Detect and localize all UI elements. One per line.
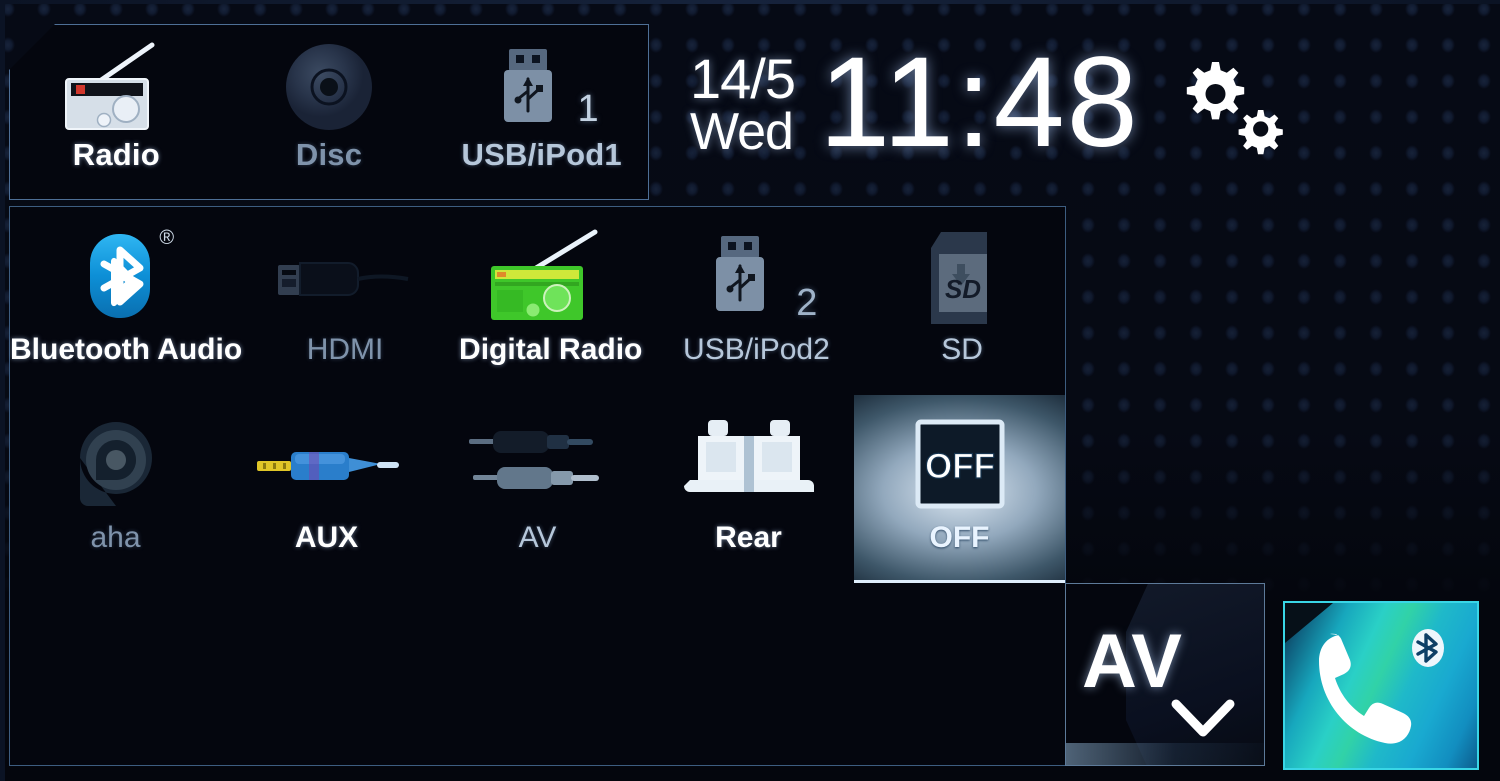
svg-text:SD: SD	[945, 274, 981, 304]
source-label: Disc	[295, 137, 363, 172]
source-button-hdmi[interactable]: HDMI	[242, 207, 448, 395]
source-button-aux[interactable]: AUX	[221, 395, 432, 583]
source-button-aha[interactable]: aha	[10, 395, 221, 583]
source-row-2: aha AUX AV Rear OFF OFF	[10, 395, 1065, 583]
av-button-label: AV	[1082, 619, 1182, 704]
radio-icon	[56, 39, 176, 135]
bluetooth-badge-icon	[1405, 625, 1451, 676]
source-button-av[interactable]: AV	[432, 395, 643, 583]
phone-button[interactable]	[1283, 601, 1479, 770]
digital-radio-icon	[483, 223, 619, 333]
usb-port-badge: 1	[577, 88, 599, 130]
source-button-bluetooth-audio[interactable]: ® Bluetooth Audio	[10, 207, 242, 395]
date-block: 14/5 Wed	[690, 47, 796, 161]
svg-text:OFF: OFF	[925, 447, 995, 486]
usb-icon: 1	[487, 39, 599, 135]
source-button-sd[interactable]: SD SD	[859, 207, 1065, 395]
chevron-down-icon	[1170, 698, 1236, 747]
source-label: AUX	[294, 521, 359, 554]
off-tile-icon: OFF	[910, 411, 1010, 521]
source-button-disc[interactable]: Disc	[223, 25, 436, 199]
source-label: USB/iPod2	[683, 333, 830, 366]
source-label: USB/iPod1	[461, 137, 622, 172]
source-button-usb-ipod1[interactable]: 1 USB/iPod1	[435, 25, 648, 199]
source-label: OFF	[929, 521, 990, 554]
av-source-button[interactable]: AV	[1065, 583, 1265, 766]
top-source-bar: Radio Disc 1 USB/iPod1	[9, 24, 649, 200]
source-label: Radio	[72, 137, 160, 172]
source-label: Rear	[715, 521, 782, 554]
source-label: aha	[90, 521, 141, 554]
clock-area: 14/5 Wed 11:48	[690, 28, 1490, 178]
source-label: Bluetooth Audio	[10, 333, 243, 366]
gears-icon[interactable]	[1166, 48, 1286, 158]
time-value: 11:48	[819, 31, 1140, 174]
aha-icon	[68, 411, 164, 521]
rear-seat-icon	[682, 411, 816, 521]
screen-bezel-left	[0, 0, 5, 781]
usb-icon: 2	[701, 223, 817, 333]
usb-port-badge: 2	[796, 282, 818, 324]
registered-trademark-mark: ®	[159, 227, 175, 249]
source-button-off[interactable]: OFF OFF	[854, 395, 1065, 583]
source-label: Digital Radio	[459, 333, 643, 366]
source-row-1: ® Bluetooth Audio HDMI Digital Radio 2 U…	[10, 207, 1065, 395]
source-label: AV	[518, 521, 557, 554]
source-button-rear[interactable]: Rear	[643, 395, 854, 583]
sd-card-icon: SD	[917, 223, 1007, 333]
infotainment-screen: Radio Disc 1 USB/iPod1 14/5 Wed 11:48 ® …	[0, 0, 1500, 781]
aux-plug-icon	[251, 411, 403, 521]
date-value: 14/5	[690, 47, 796, 111]
source-label: SD	[941, 333, 983, 366]
source-button-digital-radio[interactable]: Digital Radio	[448, 207, 654, 395]
screen-bezel-top	[0, 0, 1500, 4]
source-grid-panel: ® Bluetooth Audio HDMI Digital Radio 2 U…	[9, 206, 1066, 766]
source-button-usb-ipod2[interactable]: 2 USB/iPod2	[654, 207, 860, 395]
source-label: HDMI	[306, 333, 384, 366]
bluetooth-icon: ®	[74, 223, 178, 333]
disc-icon	[281, 39, 377, 135]
av-rca-icon	[463, 411, 613, 521]
source-button-radio[interactable]: Radio	[10, 25, 223, 199]
weekday-value: Wed	[690, 102, 794, 161]
hdmi-cable-icon	[270, 223, 420, 333]
